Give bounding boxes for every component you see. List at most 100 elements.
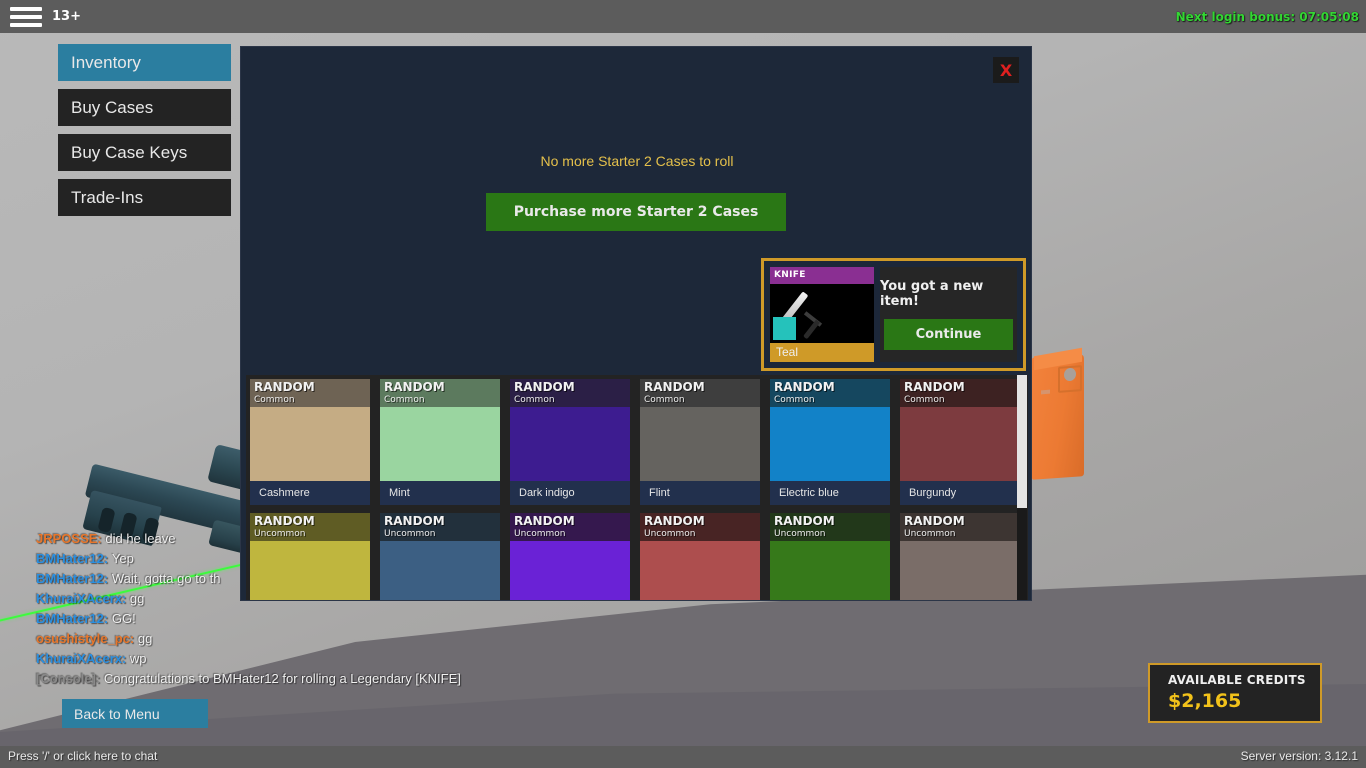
sidebar-item-label: Inventory [71, 52, 141, 72]
inventory-item-card[interactable]: RANDOM Uncommon [770, 513, 890, 600]
inventory-item-card[interactable]: RANDOM Common Flint [640, 379, 760, 505]
item-rarity-label: Common [774, 395, 815, 405]
item-type-label: RANDOM [644, 514, 705, 528]
item-color-swatch [640, 407, 760, 481]
chat-text: Wait, gotta go to th [111, 571, 221, 586]
top-bar: 13+ Next login bonus: 07:05:08 [0, 0, 1366, 33]
item-card-header: RANDOM Uncommon [770, 513, 890, 541]
chat-author: BMHater12: [36, 551, 112, 566]
login-bonus-timer: Next login bonus: 07:05:08 [1175, 10, 1359, 24]
item-type-label: RANDOM [384, 380, 445, 394]
item-rarity-label: Common [904, 395, 945, 405]
sidebar-nav: Inventory Buy Cases Buy Case Keys Trade-… [58, 44, 231, 224]
inventory-item-card[interactable]: RANDOM Common Dark indigo [510, 379, 630, 505]
item-color-swatch [900, 407, 1020, 481]
item-card-header: RANDOM Common [510, 379, 630, 407]
item-card-header: RANDOM Common [380, 379, 500, 407]
chat-text: gg [129, 591, 145, 606]
item-type-label: RANDOM [904, 380, 965, 394]
chat-message: BMHater12: GG! [36, 609, 656, 629]
chat-text: Yep [111, 551, 134, 566]
credits-value: $2,165 [1168, 690, 1242, 712]
item-type-label: RANDOM [254, 380, 315, 394]
inventory-item-card[interactable]: RANDOM Common Electric blue [770, 379, 890, 505]
inventory-item-card[interactable]: RANDOM Uncommon [640, 513, 760, 600]
case-roll-panel: X No more Starter 2 Cases to roll Purcha… [240, 46, 1032, 601]
item-rarity-label: Uncommon [904, 529, 956, 539]
sidebar-item-label: Trade-Ins [71, 187, 144, 207]
item-rarity-label: Uncommon [644, 529, 696, 539]
chat-log: JRPOSSE: did he leave BMHater12: Yep BMHat… [36, 529, 656, 689]
age-rating-badge: 13+ [52, 9, 81, 24]
item-card-header: RANDOM Common [900, 379, 1020, 407]
chat-message: BMHater12: Wait, gotta go to th [36, 569, 244, 589]
item-color-swatch [640, 541, 760, 600]
chat-author: BMHater12: [36, 611, 112, 626]
knife-handle [803, 319, 820, 340]
sidebar-item-label: Buy Cases [71, 97, 154, 117]
item-type-label: RANDOM [514, 514, 575, 528]
inventory-item-card[interactable]: RANDOM Common Burgundy [900, 379, 1020, 505]
item-color-name: Cashmere [250, 481, 370, 505]
chat-message: BMHater12: Yep [36, 549, 656, 569]
item-type-label: RANDOM [254, 514, 315, 528]
bottom-bar: Press '/' or click here to chat Server v… [0, 746, 1366, 768]
item-card-header: RANDOM Common [250, 379, 370, 407]
new-item-popup: KNIFE Teal You got a new item! Continue [761, 258, 1026, 371]
inventory-item-card[interactable]: RANDOM Common Mint [380, 379, 500, 505]
new-item-preview [770, 284, 874, 343]
color-swatch [773, 317, 796, 340]
new-item-color-name: Teal [776, 345, 799, 359]
item-type-label: RANDOM [774, 380, 835, 394]
chat-author: [Console]: [36, 671, 104, 686]
inventory-item-card[interactable]: RANDOM Common Cashmere [250, 379, 370, 505]
item-color-swatch [510, 407, 630, 481]
chat-author: BMHater12: [36, 571, 112, 586]
inventory-row: RANDOM Common Cashmere RANDOM Common Mint RAND… [250, 379, 1028, 505]
roll-status-message: No more Starter 2 Cases to roll [540, 153, 734, 169]
sidebar-item-label: Buy Case Keys [71, 142, 188, 162]
chat-author: JRPOSSE: [36, 531, 106, 546]
item-rarity-label: Uncommon [774, 529, 826, 539]
item-rarity-label: Common [254, 395, 295, 405]
item-type-label: RANDOM [904, 514, 965, 528]
chat-author: KhuraiXAcerx: [36, 651, 130, 666]
chat-text: GG! [111, 611, 136, 626]
credits-label: AVAILABLE CREDITS [1168, 673, 1306, 687]
sidebar-item-buy-cases[interactable]: Buy Cases [58, 89, 231, 126]
hamburger-icon[interactable] [10, 7, 42, 27]
sidebar-item-buy-case-keys[interactable]: Buy Case Keys [58, 134, 231, 171]
item-type-label: RANDOM [644, 380, 705, 394]
chat-text: gg [137, 631, 153, 646]
new-item-card[interactable]: KNIFE Teal [770, 267, 874, 362]
chat-message: JRPOSSE: did he leave [36, 529, 656, 549]
purchase-more-cases-button[interactable]: Purchase more Starter 2 Cases [486, 193, 786, 231]
chat-author: osushistyle_pc: [36, 631, 138, 646]
item-card-header: RANDOM Common [770, 379, 890, 407]
new-item-type-label: KNIFE [770, 267, 874, 284]
back-to-menu-button[interactable]: Back to Menu [62, 699, 208, 728]
inventory-item-card[interactable]: RANDOM Uncommon [900, 513, 1020, 600]
item-type-label: RANDOM [514, 380, 575, 394]
item-card-header: RANDOM Uncommon [640, 513, 760, 541]
chat-text: wp [129, 651, 147, 666]
sidebar-item-trade-ins[interactable]: Trade-Ins [58, 179, 231, 216]
item-color-name: Flint [640, 481, 760, 505]
close-icon[interactable]: X [993, 57, 1019, 83]
item-color-name: Mint [380, 481, 500, 505]
item-rarity-label: Common [384, 395, 425, 405]
new-item-title: You got a new item! [880, 279, 984, 309]
continue-button[interactable]: Continue [884, 319, 1013, 350]
item-color-name: Electric blue [770, 481, 890, 505]
item-type-label: RANDOM [774, 514, 835, 528]
inventory-scrollbar-thumb[interactable] [1017, 375, 1027, 508]
chat-input-prompt[interactable]: Press '/' or click here to chat [8, 749, 157, 763]
item-type-label: RANDOM [384, 514, 445, 528]
new-item-actions: You got a new item! Continue [880, 267, 1017, 362]
sidebar-item-inventory[interactable]: Inventory [58, 44, 231, 81]
item-color-swatch [900, 541, 1020, 600]
server-version-label: Server version: 3.12.1 [1240, 749, 1358, 763]
item-color-swatch [380, 407, 500, 481]
available-credits-panel: AVAILABLE CREDITS $2,165 [1148, 663, 1322, 723]
item-color-name: Burgundy [900, 481, 1020, 505]
